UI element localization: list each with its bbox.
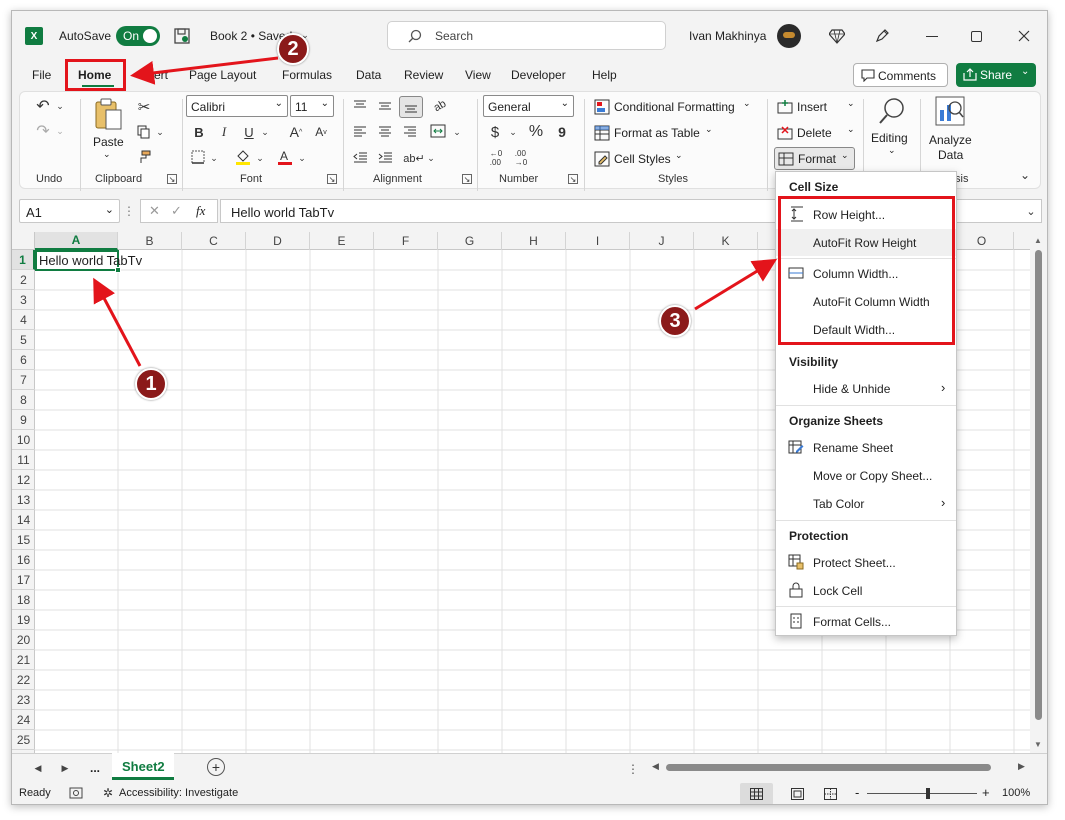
annotation-arrow-3 — [694, 258, 778, 311]
excel-window: X AutoSave On Book 2 • Saved ⌄ Search Iv… — [11, 10, 1048, 805]
annotation-badge-2: 2 — [277, 33, 309, 65]
annotation-badge-1: 1 — [135, 368, 167, 400]
annotation-arrows — [93, 56, 778, 367]
annotation-arrow-1 — [93, 277, 142, 367]
annotation-badge-3: 3 — [659, 305, 691, 337]
annotation-arrow-2 — [130, 56, 279, 85]
